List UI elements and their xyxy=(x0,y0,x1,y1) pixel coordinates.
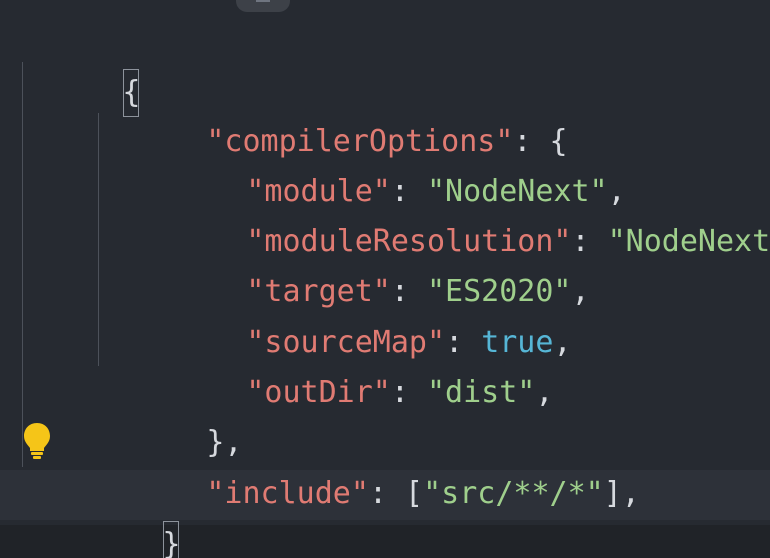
code-line-2: "compilerOptions": { xyxy=(98,67,567,159)
key-out-dir: "outDir" xyxy=(246,375,391,410)
code-editor[interactable]: { "compilerOptions": { "module": "NodeNe… xyxy=(0,0,770,558)
close-brace-root: } xyxy=(162,520,180,558)
comma: , xyxy=(553,325,572,360)
code-line-4: "moduleResolution": "NodeNext", xyxy=(138,167,770,259)
separator: : xyxy=(390,375,427,410)
key-include: "include" xyxy=(206,476,369,511)
code-line-5: "target": "ES2020", xyxy=(138,217,589,309)
separator-open-array: : [ xyxy=(368,476,424,511)
code-line-7: "outDir": "dist", xyxy=(138,318,553,410)
code-line-6: "sourceMap": true, xyxy=(138,268,571,360)
value-module-resolution: "NodeNext" xyxy=(607,224,770,259)
value-out-dir: "dist" xyxy=(427,375,536,410)
comma: , xyxy=(571,274,590,309)
code-area[interactable]: { "compilerOptions": { "module": "NodeNe… xyxy=(0,0,770,558)
code-line-10: } xyxy=(54,470,180,558)
code-line-3: "module": "NodeNext", xyxy=(138,117,625,209)
code-line-9: "include": ["src/**/*"], xyxy=(98,419,640,511)
lightbulb-icon[interactable] xyxy=(22,421,52,459)
comma: , xyxy=(535,375,554,410)
code-line-8: }, xyxy=(98,368,242,460)
value-include: "src/**/*" xyxy=(423,476,604,511)
code-line-1: { xyxy=(14,18,140,117)
close-array-comma: ], xyxy=(603,476,640,511)
